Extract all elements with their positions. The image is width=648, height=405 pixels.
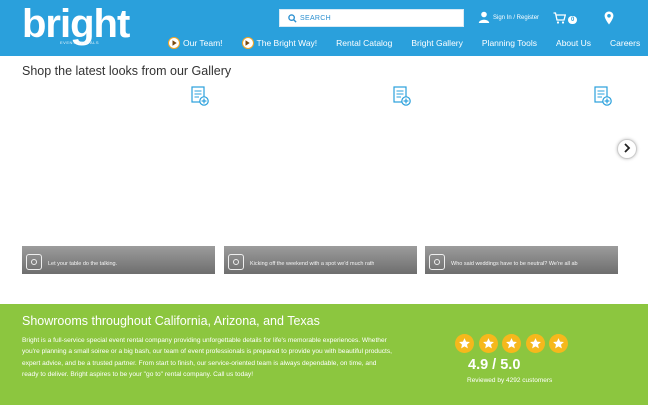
- nav-rental-catalog-label: Rental Catalog: [336, 38, 393, 48]
- gallery-title: Shop the latest looks from our Gallery: [22, 64, 232, 78]
- add-to-list-icon[interactable]: [191, 86, 209, 111]
- showrooms-title: Showrooms throughout California, Arizona…: [22, 314, 320, 328]
- gallery-card[interactable]: Kicking off the weekend with a spot we'd…: [224, 84, 417, 274]
- play-icon: [241, 37, 254, 49]
- instagram-icon: [228, 254, 244, 270]
- nav-bright-gallery-label: Bright Gallery: [411, 38, 463, 48]
- gallery-card[interactable]: Who said weddings have to be neutral? We…: [425, 84, 618, 274]
- nav-the-bright-way-label: The Bright Way!: [256, 38, 318, 48]
- instagram-icon: [26, 254, 42, 270]
- nav-careers[interactable]: Careers: [610, 38, 640, 48]
- search-icon[interactable]: [284, 10, 300, 26]
- next-slide-button[interactable]: [617, 139, 637, 159]
- showrooms-section: Showrooms throughout California, Arizona…: [0, 304, 648, 405]
- cart-button[interactable]: 0: [553, 11, 578, 29]
- site-header: bright EVENT RENTALS Sign In / Register …: [0, 0, 648, 56]
- instagram-icon: [429, 254, 445, 270]
- nav-about-us[interactable]: About Us: [556, 38, 591, 48]
- rating-score: 4.9 / 5.0: [468, 357, 521, 373]
- card-caption: Who said weddings have to be neutral? We…: [425, 246, 618, 274]
- nav-the-bright-way[interactable]: The Bright Way!: [241, 37, 318, 49]
- location-pin-icon[interactable]: [604, 11, 614, 30]
- showrooms-description: Bright is a full-service special event r…: [22, 337, 392, 378]
- nav-our-team[interactable]: Our Team!: [168, 37, 223, 49]
- search-input[interactable]: [300, 11, 460, 25]
- logo-tagline: EVENT RENTALS: [60, 40, 100, 45]
- cart-count-badge: 0: [568, 16, 578, 24]
- nav-about-us-label: About Us: [556, 38, 591, 48]
- add-to-list-icon[interactable]: [393, 86, 411, 111]
- star-icon: [549, 334, 568, 353]
- nav-our-team-label: Our Team!: [183, 38, 223, 48]
- star-icon: [455, 334, 474, 353]
- star-icon: [502, 334, 521, 353]
- main-nav: Our Team! The Bright Way! Rental Catalog…: [168, 35, 648, 51]
- card-caption-text: Kicking off the weekend with a spot we'd…: [250, 261, 375, 267]
- gallery-card[interactable]: Let your table do the talking.: [22, 84, 215, 274]
- card-caption: Let your table do the talking.: [22, 246, 215, 274]
- star-icon: [478, 334, 498, 353]
- play-icon: [168, 37, 180, 49]
- rating-stars: [455, 334, 573, 353]
- star-icon: [525, 334, 545, 353]
- nav-rental-catalog[interactable]: Rental Catalog: [336, 38, 392, 48]
- card-caption: Kicking off the weekend with a spot we'd…: [224, 246, 417, 274]
- gallery-section: Shop the latest looks from our Gallery L…: [0, 56, 648, 304]
- nav-planning-tools[interactable]: Planning Tools: [482, 38, 537, 48]
- card-caption-text: Who said weddings have to be neutral? We…: [451, 261, 578, 267]
- nav-bright-gallery[interactable]: Bright Gallery: [411, 38, 463, 48]
- card-caption-text: Let your table do the talking.: [48, 261, 118, 267]
- sign-in-label: Sign In / Register: [493, 15, 540, 21]
- add-to-list-icon[interactable]: [594, 86, 612, 111]
- cart-icon: [553, 11, 567, 29]
- sign-in-link[interactable]: Sign In / Register: [478, 11, 539, 25]
- search-box[interactable]: [279, 9, 464, 27]
- user-icon: [478, 11, 490, 25]
- nav-careers-label: Careers: [610, 38, 641, 48]
- review-count: Reviewed by 4292 customers: [467, 377, 553, 384]
- nav-planning-tools-label: Planning Tools: [481, 38, 538, 48]
- chevron-right-icon: [623, 140, 631, 158]
